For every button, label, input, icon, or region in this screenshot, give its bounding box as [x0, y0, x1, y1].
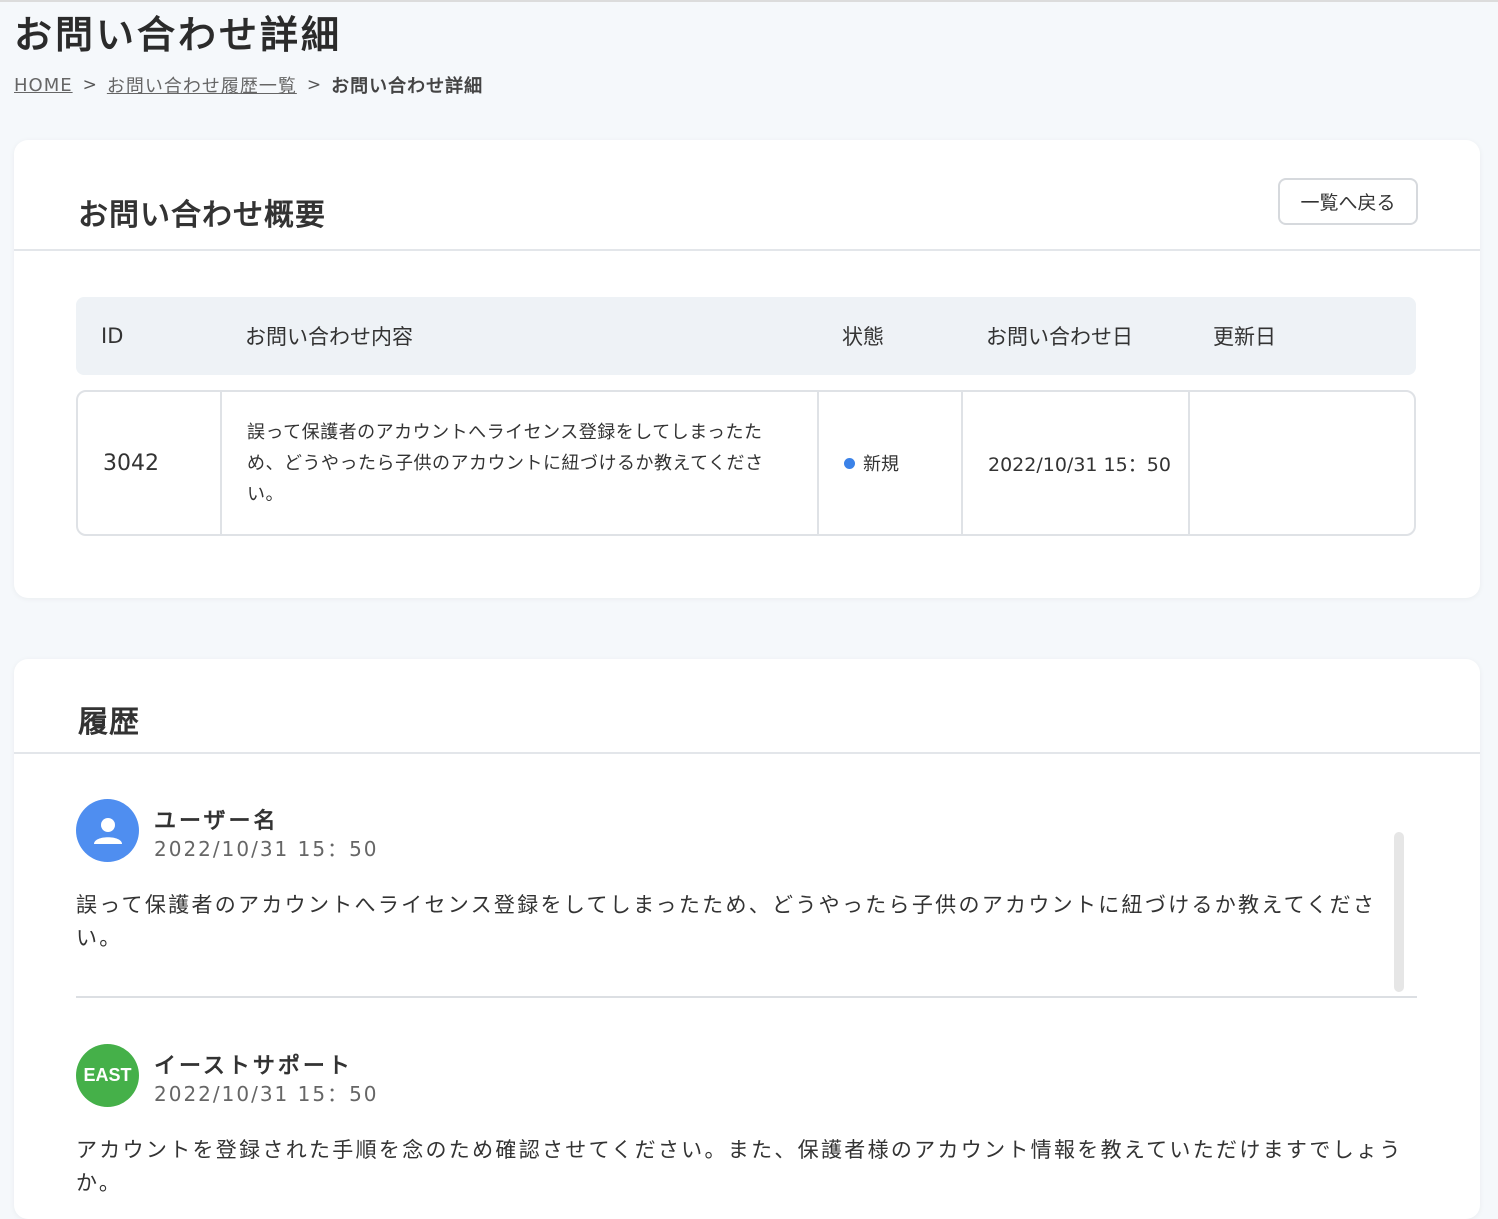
history-card: 履歴 ユーザー名 2022/10/31 15：50 誤って保護者のアカウントへラ…: [14, 659, 1480, 1219]
page-title: お問い合わせ詳細: [14, 13, 343, 57]
breadcrumb: HOME > お問い合わせ履歴一覧 > お問い合わせ詳細: [14, 72, 483, 98]
column-header-content: お問い合わせ内容: [245, 325, 413, 349]
cell-id: 3042: [78, 392, 222, 534]
cell-status: 新規: [819, 392, 963, 534]
avatar: [76, 799, 139, 862]
message-text: アカウントを登録された手順を念のため確認させてください。また、保護者様のアカウン…: [76, 1138, 1403, 1195]
chevron-right-icon: >: [82, 75, 97, 95]
history-title: 履歴: [78, 705, 140, 740]
breadcrumb-home-link[interactable]: HOME: [14, 75, 73, 96]
table-header: ID お問い合わせ内容 状態 お問い合わせ日 更新日: [76, 297, 1416, 375]
post-timestamp: 2022/10/31 15：50: [154, 1082, 379, 1106]
status-badge: 新規: [863, 454, 899, 475]
post-timestamp: 2022/10/31 15：50: [154, 837, 379, 861]
column-header-id: ID: [101, 324, 124, 348]
back-to-list-button[interactable]: 一覧へ戻る: [1278, 178, 1418, 225]
column-header-status: 状態: [842, 325, 884, 349]
status-dot-icon: [844, 457, 855, 469]
author-name: ユーザー名: [154, 809, 279, 834]
column-header-date: お問い合わせ日: [986, 325, 1133, 349]
author-name: イーストサポート: [154, 1054, 353, 1079]
history-card-header: 履歴: [14, 659, 1480, 754]
chevron-right-icon: >: [306, 75, 322, 95]
entry-divider: [76, 996, 1417, 998]
summary-card: お問い合わせ概要 一覧へ戻る ID お問い合わせ内容 状態 お問い合わせ日 更新…: [14, 140, 1480, 598]
person-icon: [93, 817, 122, 844]
message-text: 誤って保護者のアカウントへライセンス登録をしてしまったため、どうやったら子供のア…: [76, 893, 1377, 950]
avatar: EAST: [76, 1044, 139, 1107]
table-row: 3042 誤って保護者のアカウントへライセンス登録をしてしまったため、どうやった…: [76, 390, 1416, 536]
scrollbar[interactable]: [1394, 832, 1404, 992]
breadcrumb-current: お問い合わせ詳細: [331, 76, 484, 97]
summary-card-header: お問い合わせ概要 一覧へ戻る: [14, 140, 1480, 251]
cell-content: 誤って保護者のアカウントへライセンス登録をしてしまったため、どうやったら子供のア…: [222, 392, 819, 534]
breadcrumb-history-list-link[interactable]: お問い合わせ履歴一覧: [107, 72, 297, 98]
cell-updated: [1190, 392, 1414, 534]
top-border: [0, 0, 1498, 3]
cell-date: 2022/10/31 15：50: [963, 392, 1190, 534]
column-header-updated: 更新日: [1213, 325, 1276, 349]
summary-title: お問い合わせ概要: [78, 198, 326, 233]
